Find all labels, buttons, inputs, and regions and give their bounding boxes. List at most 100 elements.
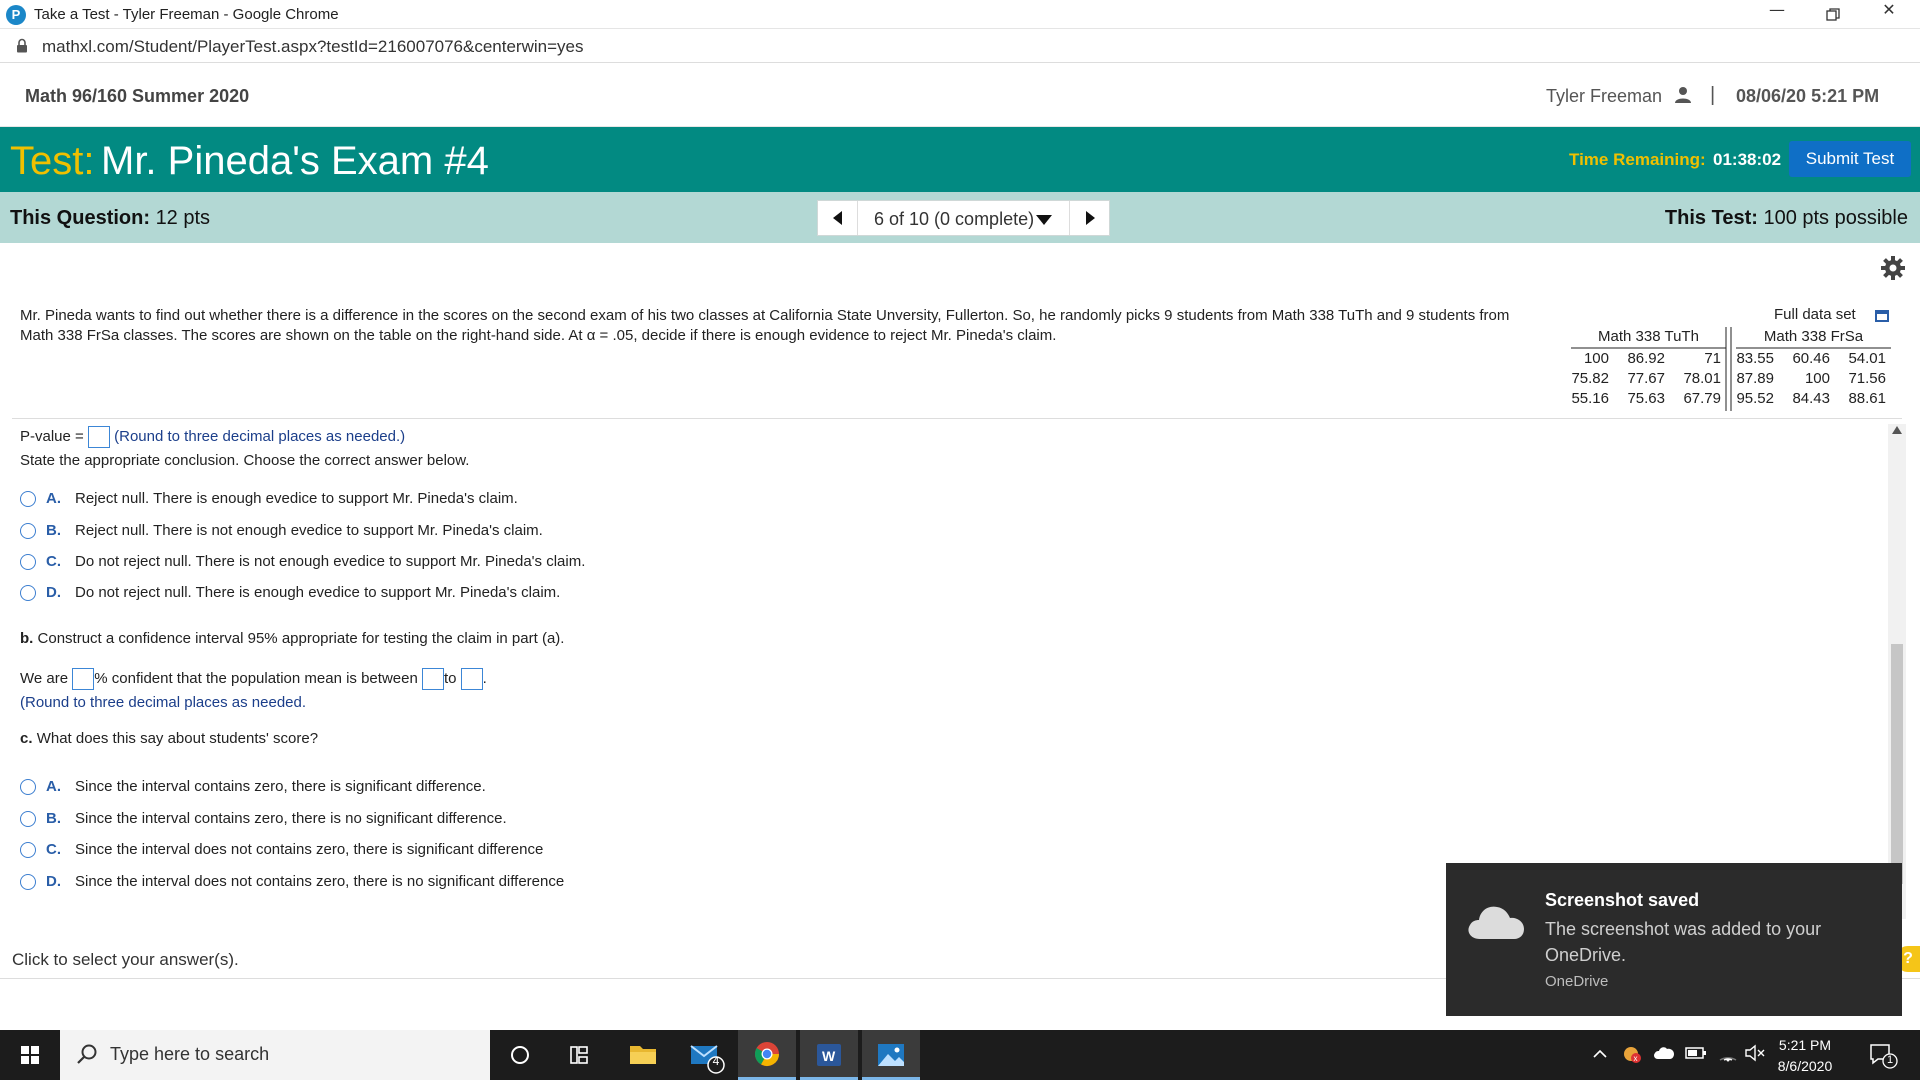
test-header: Test: Mr. Pineda's Exam #4 Time Remainin… xyxy=(0,127,1920,192)
svg-text:W: W xyxy=(822,1048,836,1064)
part-c-text: What does this say about students' score… xyxy=(36,730,319,747)
settings-gear-icon[interactable] xyxy=(1880,255,1906,281)
battery-icon[interactable] xyxy=(1685,1046,1707,1060)
part-b-prompt: b. Construct a confidence interval 95% a… xyxy=(20,630,564,647)
confidence-level-input[interactable] xyxy=(72,668,95,691)
radio-button[interactable] xyxy=(20,779,36,795)
upper-bound-input[interactable] xyxy=(460,668,483,691)
radio-button[interactable] xyxy=(20,811,36,827)
window-title: Take a Test - Tyler Freeman - Google Chr… xyxy=(34,6,339,23)
clock-time: 5:21 PM xyxy=(1778,1037,1832,1053)
option-letter: B. xyxy=(46,522,61,539)
onedrive-tray-icon[interactable] xyxy=(1653,1046,1675,1060)
minimize-icon[interactable]: — xyxy=(1754,0,1800,29)
task-view-icon xyxy=(570,1046,588,1064)
folder-icon xyxy=(630,1046,656,1064)
user-name[interactable]: Tyler Freeman xyxy=(1546,86,1662,107)
next-question-button[interactable] xyxy=(1069,201,1109,235)
cortana-button[interactable] xyxy=(491,1030,549,1080)
start-button[interactable] xyxy=(0,1030,60,1080)
radio-button[interactable] xyxy=(20,523,36,539)
this-question-points: This Question: 12 pts xyxy=(10,207,210,230)
test-label: Test: xyxy=(10,139,95,183)
taskbar-search-box[interactable]: Type here to search xyxy=(60,1030,490,1080)
address-bar[interactable]: mathxl.com/Student/PlayerTest.aspx?testI… xyxy=(0,29,1920,63)
option-text[interactable]: Reject null. There is not enough evedice… xyxy=(75,520,543,542)
we-are-text: We are xyxy=(20,670,69,687)
option-text[interactable]: Since the interval contains zero, there … xyxy=(75,776,486,798)
confident-text: % confident that the population mean is … xyxy=(94,670,418,687)
task-view-button[interactable] xyxy=(551,1030,609,1080)
full-data-set-link[interactable]: Full data set xyxy=(1774,306,1856,323)
volume-muted-icon[interactable] xyxy=(1744,1044,1766,1062)
photos-icon xyxy=(878,1044,904,1066)
click-hint: Click to select your answer(s). xyxy=(12,950,239,969)
chevron-up-icon[interactable] xyxy=(1592,1046,1608,1062)
scrollbar-thumb[interactable] xyxy=(1891,644,1903,884)
time-remaining-value: 01:38:02 xyxy=(1713,150,1782,169)
table-cell: 77.67 xyxy=(1627,370,1665,387)
scroll-up-icon[interactable] xyxy=(1892,426,1902,434)
cloud-icon xyxy=(1468,906,1524,939)
table-cell: 100 xyxy=(1583,350,1609,367)
security-alert-icon[interactable]: x xyxy=(1622,1044,1642,1064)
period-text: . xyxy=(482,670,487,687)
part-b-label: b. xyxy=(20,630,34,647)
radio-button[interactable] xyxy=(20,874,36,890)
windows-logo-icon xyxy=(21,1046,39,1064)
option-text[interactable]: Since the interval does not contains zer… xyxy=(75,839,543,861)
table-row: 100 86.92 71 xyxy=(1571,349,1721,369)
chrome-taskbar-button[interactable] xyxy=(738,1030,796,1080)
radio-button[interactable] xyxy=(20,842,36,858)
toast-body: The screenshot was added to your OneDriv… xyxy=(1545,919,1822,965)
part-c-prompt: c. What does this say about students' sc… xyxy=(20,730,318,747)
file-explorer-button[interactable] xyxy=(614,1030,672,1080)
table-row: 95.52 84.43 88.61 xyxy=(1736,389,1886,409)
mail-button[interactable]: 4 xyxy=(676,1030,734,1080)
close-icon[interactable]: ✕ xyxy=(1866,0,1912,29)
word-taskbar-button[interactable]: W xyxy=(800,1030,858,1080)
onedrive-notification[interactable]: Screenshot saved The screenshot was adde… xyxy=(1446,863,1902,1016)
taskbar-clock[interactable]: 5:21 PM 8/6/2020 xyxy=(1770,1035,1840,1077)
word-icon: W xyxy=(817,1044,841,1066)
notification-count: 1 xyxy=(1886,1054,1894,1066)
to-text: to xyxy=(443,670,457,687)
pvalue-input[interactable] xyxy=(87,426,110,449)
search-placeholder[interactable]: Type here to search xyxy=(110,1044,269,1065)
option-text[interactable]: Reject null. There is enough evedice to … xyxy=(75,488,518,510)
previous-question-button[interactable] xyxy=(818,201,858,235)
caret-down-icon[interactable] xyxy=(1036,215,1052,225)
table-row: 75.82 77.67 78.01 xyxy=(1571,369,1721,389)
table-row: 55.16 75.63 67.79 xyxy=(1571,389,1721,409)
lock-icon xyxy=(17,38,27,53)
radio-button[interactable] xyxy=(20,585,36,601)
radio-button[interactable] xyxy=(20,554,36,570)
clock-date: 8/6/2020 xyxy=(1777,1058,1833,1074)
option-letter: A. xyxy=(46,778,61,795)
this-test-value: 100 pts possible xyxy=(1763,207,1908,229)
table-cell: 55.16 xyxy=(1571,390,1609,407)
option-text[interactable]: Do not reject null. There is enough eved… xyxy=(75,582,560,604)
submit-test-button[interactable]: Submit Test xyxy=(1789,141,1911,177)
option-text[interactable]: Since the interval does not contains zer… xyxy=(75,871,564,893)
table-cell: 84.43 xyxy=(1792,390,1830,407)
answer-scrollbar[interactable] xyxy=(1888,424,1906,919)
question-selector[interactable]: 6 of 10 (0 complete) xyxy=(874,209,1034,230)
photos-taskbar-button[interactable] xyxy=(862,1030,920,1080)
popup-window-icon[interactable] xyxy=(1875,310,1889,322)
course-header: Math 96/160 Summer 2020 Tyler Freeman | … xyxy=(0,64,1920,127)
option-text[interactable]: Since the interval contains zero, there … xyxy=(75,808,507,830)
toast-title: Screenshot saved xyxy=(1545,890,1700,910)
part-c-label: c. xyxy=(20,730,33,747)
user-icon[interactable] xyxy=(1674,86,1692,104)
lower-bound-input[interactable] xyxy=(421,668,444,691)
table-cell: 83.55 xyxy=(1736,350,1774,367)
url-text[interactable]: mathxl.com/Student/PlayerTest.aspx?testI… xyxy=(42,37,584,57)
restore-icon[interactable] xyxy=(1810,0,1856,29)
cortana-circle-icon xyxy=(511,1046,529,1064)
radio-button[interactable] xyxy=(20,491,36,507)
wifi-icon[interactable] xyxy=(1718,1044,1738,1062)
time-remaining-label: Time Remaining: xyxy=(1569,150,1706,169)
option-text[interactable]: Do not reject null. There is not enough … xyxy=(75,551,585,573)
pvalue-row: P-value = (Round to three decimal places… xyxy=(20,425,405,449)
